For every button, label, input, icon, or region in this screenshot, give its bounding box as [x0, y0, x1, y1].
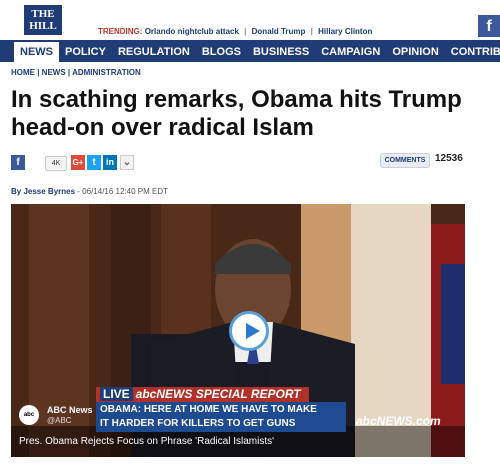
nav-item-regulation[interactable]: REGULATION — [112, 41, 196, 62]
channel-name: ABC News — [47, 405, 93, 415]
lower-third-line: IT HARDER FOR KILLERS TO GET GUNS — [100, 418, 296, 429]
network-label: abcNEWS — [135, 387, 193, 401]
byline: By Jesse Byrnes - 06/14/16 12:40 PM EDT — [11, 187, 168, 196]
trending-link[interactable]: Hillary Clinton — [318, 27, 372, 36]
trending-link[interactable]: Donald Trump — [252, 27, 306, 36]
special-report-label: SPECIAL REPORT — [195, 387, 301, 401]
google-plus-icon[interactable]: G+ — [71, 155, 85, 170]
nav-item-contributors[interactable]: CONTRIBUTORS — [445, 41, 500, 62]
separator: | — [244, 27, 247, 36]
nav-item-opinion[interactable]: OPINION — [386, 41, 444, 62]
share-count: 4K — [45, 156, 67, 171]
nav-item-blogs[interactable]: BLOGS — [196, 41, 247, 62]
trending-bar: TRENDING: Orlando nightclub attack | Don… — [98, 27, 372, 36]
special-report-bar: LIVE abcNEWS SPECIAL REPORT — [96, 387, 309, 402]
main-nav: NEWS POLICY REGULATION BLOGS BUSINESS CAMPAIG… — [0, 40, 500, 62]
logo-line-1: THE — [31, 8, 55, 20]
logo-line-2: HILL — [29, 20, 57, 32]
nav-item-policy[interactable]: POLICY — [59, 41, 112, 62]
twitter-icon[interactable]: t — [87, 155, 101, 170]
author-link[interactable]: By Jesse Byrnes — [11, 187, 75, 196]
trending-label: TRENDING: — [98, 27, 143, 36]
abc-news-watermark: abcNEWS.com — [356, 414, 441, 428]
channel-chip[interactable]: abc ABC News @ABC — [19, 403, 94, 427]
channel-handle: @ABC — [47, 416, 72, 425]
top-header: THE HILL TRENDING: Orlando nightclub att… — [0, 0, 500, 40]
trending-link[interactable]: Orlando nightclub attack — [145, 27, 239, 36]
site-logo[interactable]: THE HILL — [24, 5, 62, 35]
lower-third-line: OBAMA: HERE AT HOME WE HAVE TO MAKE — [100, 404, 317, 415]
breadcrumb[interactable]: HOME | NEWS | ADMINISTRATION — [11, 68, 141, 77]
nav-item-news[interactable]: NEWS — [14, 40, 59, 62]
play-button[interactable] — [229, 311, 269, 351]
facebook-icon[interactable]: f — [478, 15, 500, 37]
article-title: In scathing remarks, Obama hits Trump he… — [11, 86, 462, 141]
more-icon[interactable]: ⌄ — [120, 155, 134, 170]
comments-count: 12536 — [435, 153, 463, 164]
linkedin-icon[interactable]: in — [103, 155, 117, 170]
abc-logo-icon: abc — [19, 405, 39, 425]
comments-button[interactable]: COMMENTS — [380, 153, 430, 168]
video-player[interactable]: LIVE abcNEWS SPECIAL REPORT OBAMA: HERE A… — [11, 204, 465, 457]
nav-item-business[interactable]: BUSINESS — [247, 41, 315, 62]
separator: | — [310, 27, 313, 36]
nav-item-campaign[interactable]: CAMPAIGN — [315, 41, 386, 62]
publish-date: - 06/14/16 12:40 PM EDT — [77, 187, 168, 196]
live-label: LIVE — [100, 387, 133, 401]
video-caption: Pres. Obama Rejects Focus on Phrase 'Rad… — [19, 436, 275, 447]
facebook-icon[interactable]: f — [11, 155, 25, 170]
news-lower-third: OBAMA: HERE AT HOME WE HAVE TO MAKE IT H… — [96, 402, 346, 432]
